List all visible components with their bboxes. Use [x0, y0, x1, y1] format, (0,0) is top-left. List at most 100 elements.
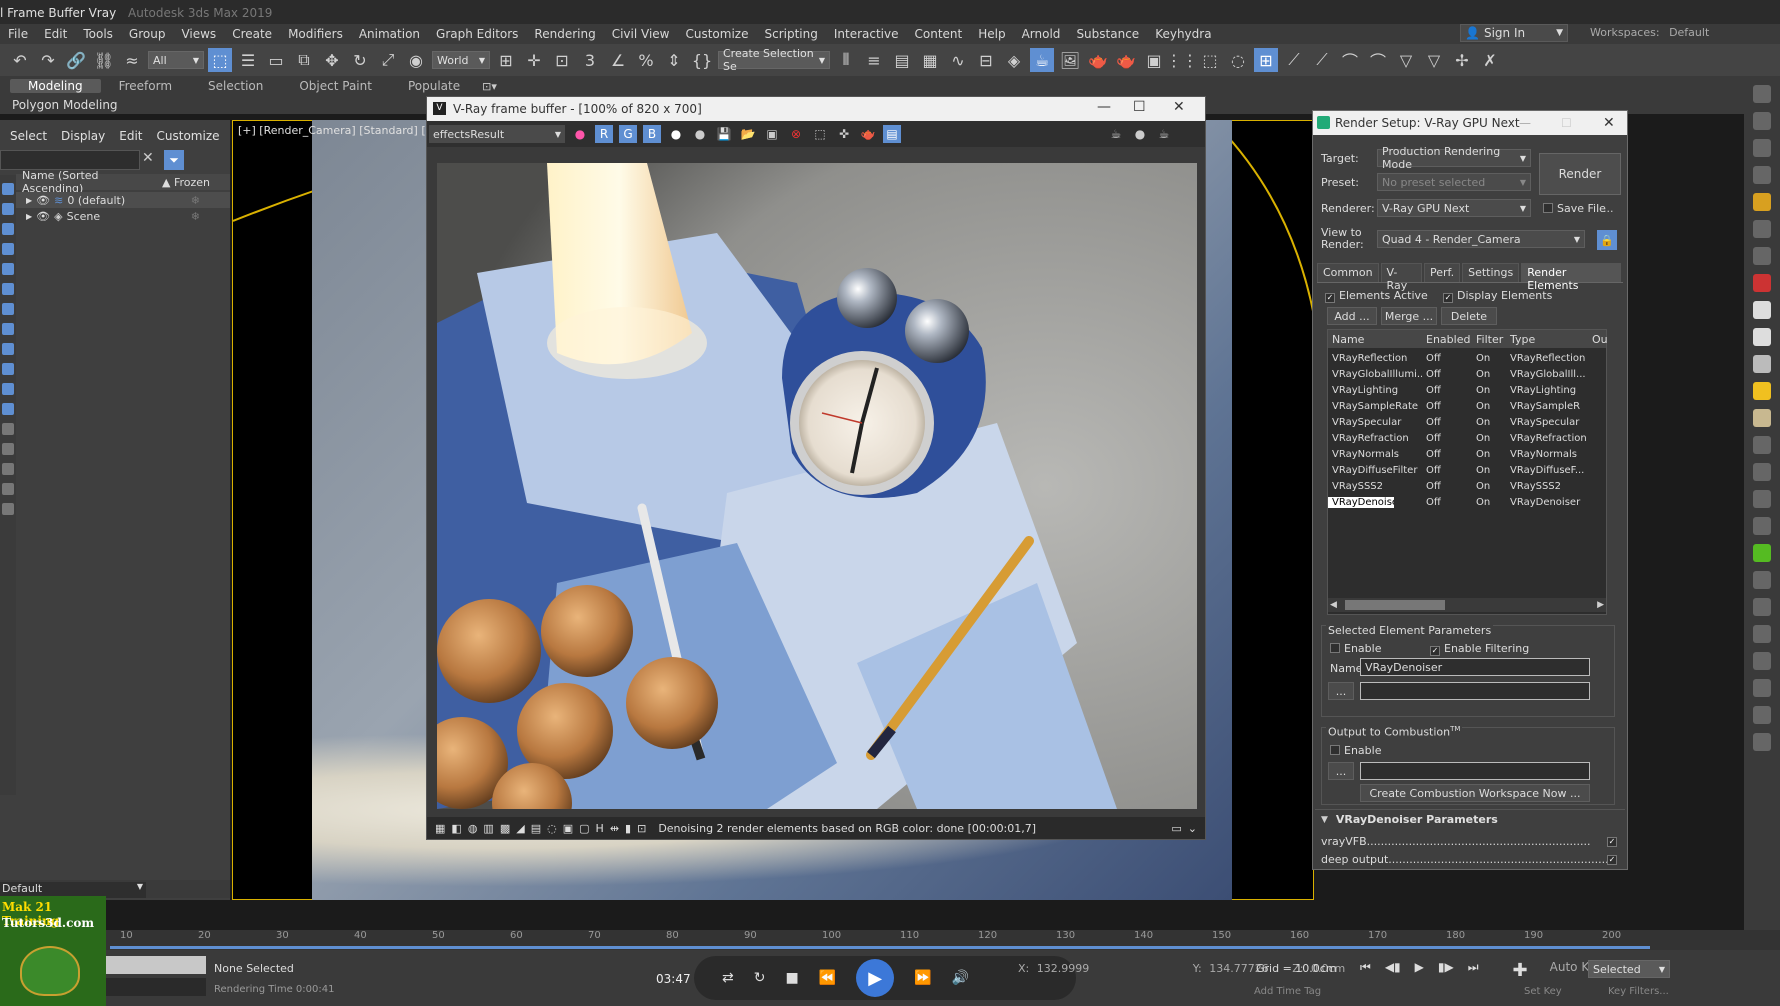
render-last-icon[interactable]: 🫖 — [859, 125, 877, 143]
create-panel-icon[interactable] — [1753, 112, 1771, 130]
ribbon-options-icon[interactable]: ⊡▾ — [482, 80, 497, 93]
edit-named-sets-icon[interactable]: {} — [690, 48, 714, 72]
display-groups-icon[interactable] — [2, 323, 14, 335]
rendered-frame-window-icon[interactable]: 🖼 — [1058, 48, 1082, 72]
view-to-render-dropdown[interactable]: Quad 4 - Render_Camera ▼ — [1377, 230, 1585, 248]
checkbox[interactable] — [1330, 643, 1340, 653]
table-row[interactable]: VRayNormals Off On VRayNormals — [1328, 446, 1606, 462]
vray-sphere-icon[interactable]: ✗ — [1478, 48, 1502, 72]
play-anim-icon[interactable]: ▶ — [1415, 960, 1424, 981]
scene-menu-display[interactable]: Display — [61, 129, 105, 143]
render-button[interactable]: Render — [1539, 153, 1621, 195]
rotate-icon[interactable]: ↻ — [348, 48, 372, 72]
tab-vray[interactable]: V-Ray — [1380, 263, 1422, 292]
compare-icon[interactable]: ◧ — [451, 822, 461, 835]
close-icon[interactable]: ✕ — [142, 150, 154, 166]
display-objects-icon[interactable] — [2, 183, 14, 195]
rect-selection-icon[interactable]: ▭ — [264, 48, 288, 72]
eye-icon[interactable]: 👁 — [36, 194, 50, 207]
vray-dome-icon[interactable]: ⌒ — [1338, 48, 1362, 72]
named-selection-sets-dropdown[interactable]: Create Selection Se ▼ — [718, 47, 830, 73]
rewind-icon[interactable]: ⏪ — [819, 970, 836, 986]
column-filter[interactable]: Filter — [1472, 333, 1506, 346]
vray-fur-icon[interactable]: ▽ — [1422, 48, 1446, 72]
save-file-checkbox[interactable]: Save File — [1543, 202, 1606, 215]
goto-start-icon[interactable]: ⏮ — [1360, 960, 1371, 981]
angle-snap-icon[interactable]: ∠ — [606, 48, 630, 72]
menu-scripting[interactable]: Scripting — [756, 27, 825, 41]
camera-icon[interactable] — [1753, 220, 1771, 238]
checkbox[interactable]: ✓ — [1607, 837, 1617, 847]
maxscript-listener[interactable] — [106, 956, 206, 974]
select-object-icon[interactable]: ⬚ — [208, 48, 232, 72]
ribbon-tab-object-paint[interactable]: Object Paint — [281, 79, 390, 93]
create-combustion-button[interactable]: Create Combustion Workspace Now ... — [1360, 784, 1590, 802]
ball-icon[interactable] — [1753, 463, 1771, 481]
window-crossing-icon[interactable]: ⧉ — [292, 48, 316, 72]
snowflake-icon[interactable]: ❄ — [191, 210, 200, 223]
red-channel-icon[interactable]: R — [595, 125, 613, 143]
grass-icon[interactable] — [1753, 436, 1771, 454]
menu-customize[interactable]: Customize — [677, 27, 756, 41]
scale-icon[interactable]: ⤢ — [376, 48, 400, 72]
display-helpers-icon[interactable] — [2, 283, 14, 295]
scene-search-input[interactable] — [0, 150, 140, 170]
element-name-input[interactable]: VRayDenoiser — [1360, 658, 1590, 676]
redo-icon[interactable]: ↷ — [36, 48, 60, 72]
link-icon[interactable]: 🔗 — [64, 48, 88, 72]
srgb-icon[interactable]: ▣ — [563, 822, 573, 835]
table-row[interactable]: VRaySampleRate Off On VRaySampleR — [1328, 398, 1606, 414]
rgb-icon[interactable]: ● — [571, 125, 589, 143]
table-row[interactable]: VRayReflection Off On VRayReflection — [1328, 350, 1606, 366]
blue-channel-icon[interactable]: B — [643, 125, 661, 143]
stop-render-icon[interactable]: ⊗ — [787, 125, 805, 143]
hf-icon[interactable] — [1753, 571, 1771, 589]
menu-content[interactable]: Content — [907, 27, 971, 41]
menu-edit[interactable]: Edit — [36, 27, 75, 41]
cloud-icon[interactable] — [1753, 679, 1771, 697]
material-editor-icon[interactable]: ◈ — [1002, 48, 1026, 72]
clear-icon[interactable]: ▣ — [763, 125, 781, 143]
unlink-icon[interactable]: ⛓ — [92, 48, 116, 72]
hierarchy-panel-icon[interactable] — [1753, 166, 1771, 184]
enable-checkbox[interactable]: Enable — [1330, 642, 1381, 655]
vfb-channel-dropdown[interactable]: effectsResult ▼ — [429, 125, 565, 143]
display-frozen-icon[interactable] — [2, 403, 14, 415]
settings-icon[interactable]: ⊡ — [637, 822, 646, 835]
menu-substance[interactable]: Substance — [1068, 27, 1147, 41]
display-geometry-icon[interactable] — [2, 203, 14, 215]
layer-explorer-icon[interactable]: ▤ — [890, 48, 914, 72]
goto-end-icon[interactable]: ⏭ — [1468, 960, 1479, 981]
curve-editor-icon[interactable]: ∿ — [946, 48, 970, 72]
menu-create[interactable]: Create — [224, 27, 280, 41]
filter-toggle-icon[interactable] — [2, 503, 14, 515]
align-icon[interactable]: ≡ — [862, 48, 886, 72]
dome-icon[interactable] — [1753, 328, 1771, 346]
enable-filtering-checkbox[interactable]: ✓ Enable Filtering — [1430, 642, 1529, 656]
table-row[interactable]: VRayRefraction Off On VRayRefraction — [1328, 430, 1606, 446]
menu-civil-view[interactable]: Civil View — [604, 27, 678, 41]
tab-perf[interactable]: Perf. — [1424, 263, 1461, 282]
checkbox[interactable] — [1543, 203, 1553, 213]
fast-forward-icon[interactable]: ⏩ — [914, 970, 931, 986]
ocio-icon[interactable]: ◌ — [547, 822, 557, 835]
list-item[interactable]: ▶ 👁 ≋ 0 (default) ❄ — [16, 192, 230, 208]
ribbon-toggle-icon[interactable]: ▦ — [918, 48, 942, 72]
bind-spacewarp-icon[interactable]: ≈ — [120, 48, 144, 72]
close-icon[interactable]: ✕ — [1173, 99, 1185, 115]
region-render-icon[interactable]: ⬚ — [811, 125, 829, 143]
display-hidden-icon[interactable] — [2, 423, 14, 435]
vray-ies-icon[interactable]: ⌒ — [1366, 48, 1390, 72]
table-row[interactable]: VRaySpecular Off On VRaySpecular — [1328, 414, 1606, 430]
mono-icon[interactable]: ● — [691, 125, 709, 143]
key-mode-icon[interactable]: ✚ — [1513, 960, 1528, 981]
expand-icon[interactable]: ▶ — [26, 212, 32, 221]
display-bones-icon[interactable] — [2, 363, 14, 375]
filter-icon[interactable]: ⏷ — [164, 150, 184, 170]
checkbox[interactable]: ✓ — [1325, 293, 1335, 303]
spinner-snap-icon[interactable]: ⇕ — [662, 48, 686, 72]
display-none-icon[interactable] — [2, 463, 14, 475]
green-channel-icon[interactable]: G — [619, 125, 637, 143]
vray-toolbar-icon[interactable]: ⊞ — [1254, 48, 1278, 72]
scene-explorer-header[interactable]: Name (Sorted Ascending) ▲ Frozen — [16, 169, 230, 195]
